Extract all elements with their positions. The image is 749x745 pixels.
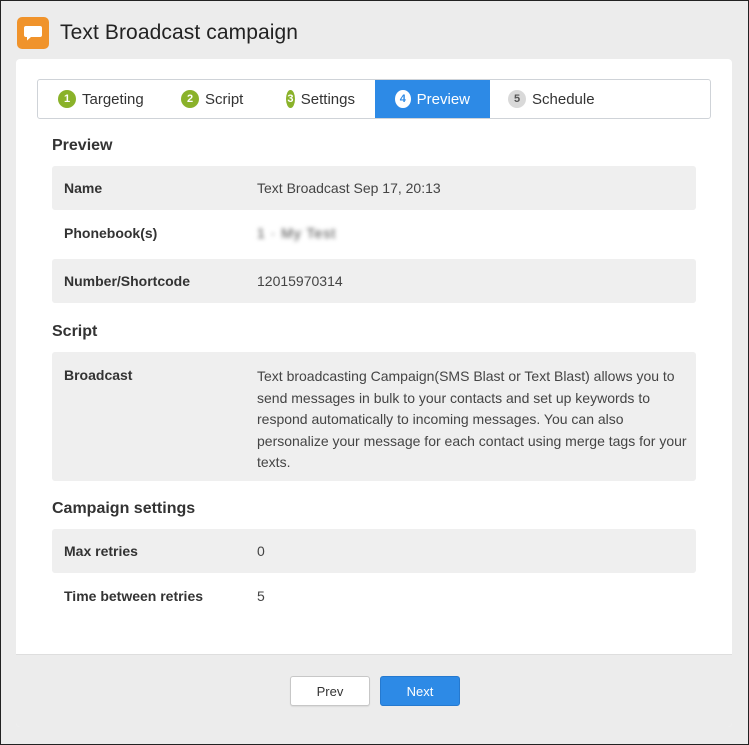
tab-settings[interactable]: 3 Settings bbox=[270, 80, 375, 118]
phonebook-row: Phonebook(s) 1 · My Test bbox=[52, 211, 696, 255]
retry-interval-row: Time between retries 5 bbox=[52, 574, 696, 618]
tab-label: Script bbox=[205, 90, 244, 108]
number-value: 12015970314 bbox=[257, 273, 343, 289]
broadcast-label: Broadcast bbox=[64, 367, 133, 383]
name-value: Text Broadcast Sep 17, 20:13 bbox=[257, 180, 441, 196]
wizard-steps: 1 Targeting 2 Script 3 Settings 4 Previe… bbox=[37, 79, 711, 119]
broadcast-row: Broadcast Text broadcasting Campaign(SMS… bbox=[52, 352, 696, 481]
name-row: Name Text Broadcast Sep 17, 20:13 bbox=[52, 166, 696, 210]
chat-bubble-icon bbox=[17, 17, 49, 49]
phonebook-label: Phonebook(s) bbox=[64, 225, 158, 241]
tab-label: Preview bbox=[416, 90, 470, 108]
step-number-badge: 2 bbox=[181, 90, 199, 108]
retry-interval-value: 5 bbox=[257, 588, 265, 604]
next-button[interactable]: Next bbox=[380, 676, 460, 706]
page-header: Text Broadcast campaign bbox=[17, 17, 298, 49]
tab-preview[interactable]: 4 Preview bbox=[375, 80, 490, 118]
step-number-badge: 5 bbox=[508, 90, 526, 108]
tab-label: Targeting bbox=[82, 90, 144, 108]
max-retries-label: Max retries bbox=[64, 543, 138, 559]
page-title: Text Broadcast campaign bbox=[60, 21, 299, 44]
preview-section-title: Preview bbox=[52, 137, 113, 154]
tab-targeting[interactable]: 1 Targeting bbox=[38, 80, 164, 118]
tab-schedule[interactable]: 5 Schedule bbox=[490, 80, 615, 118]
prev-button[interactable]: Prev bbox=[290, 676, 370, 706]
retry-interval-label: Time between retries bbox=[64, 588, 204, 604]
number-row: Number/Shortcode 12015970314 bbox=[52, 259, 696, 303]
app-window: Text Broadcast campaign 1 Targeting 2 Sc… bbox=[0, 0, 749, 745]
tab-script[interactable]: 2 Script bbox=[164, 80, 270, 118]
number-label: Number/Shortcode bbox=[64, 273, 191, 289]
broadcast-message-text: Text broadcasting Campaign(SMS Blast or … bbox=[257, 368, 687, 470]
max-retries-value: 0 bbox=[257, 543, 265, 559]
tab-label: Settings bbox=[300, 90, 355, 108]
name-label: Name bbox=[64, 180, 103, 196]
tab-label: Schedule bbox=[532, 90, 595, 108]
campaign-settings-title: Campaign settings bbox=[52, 500, 196, 517]
script-section-title: Script bbox=[52, 323, 98, 340]
phonebook-value: 1 · My Test bbox=[257, 225, 337, 241]
wizard-footer: Prev Next bbox=[16, 654, 732, 727]
step-number-badge: 1 bbox=[58, 90, 76, 108]
step-number-badge: 4 bbox=[395, 90, 411, 108]
max-retries-row: Max retries 0 bbox=[52, 529, 696, 573]
wizard-card: 1 Targeting 2 Script 3 Settings 4 Previe… bbox=[16, 59, 732, 727]
step-number-badge: 3 bbox=[286, 90, 295, 108]
